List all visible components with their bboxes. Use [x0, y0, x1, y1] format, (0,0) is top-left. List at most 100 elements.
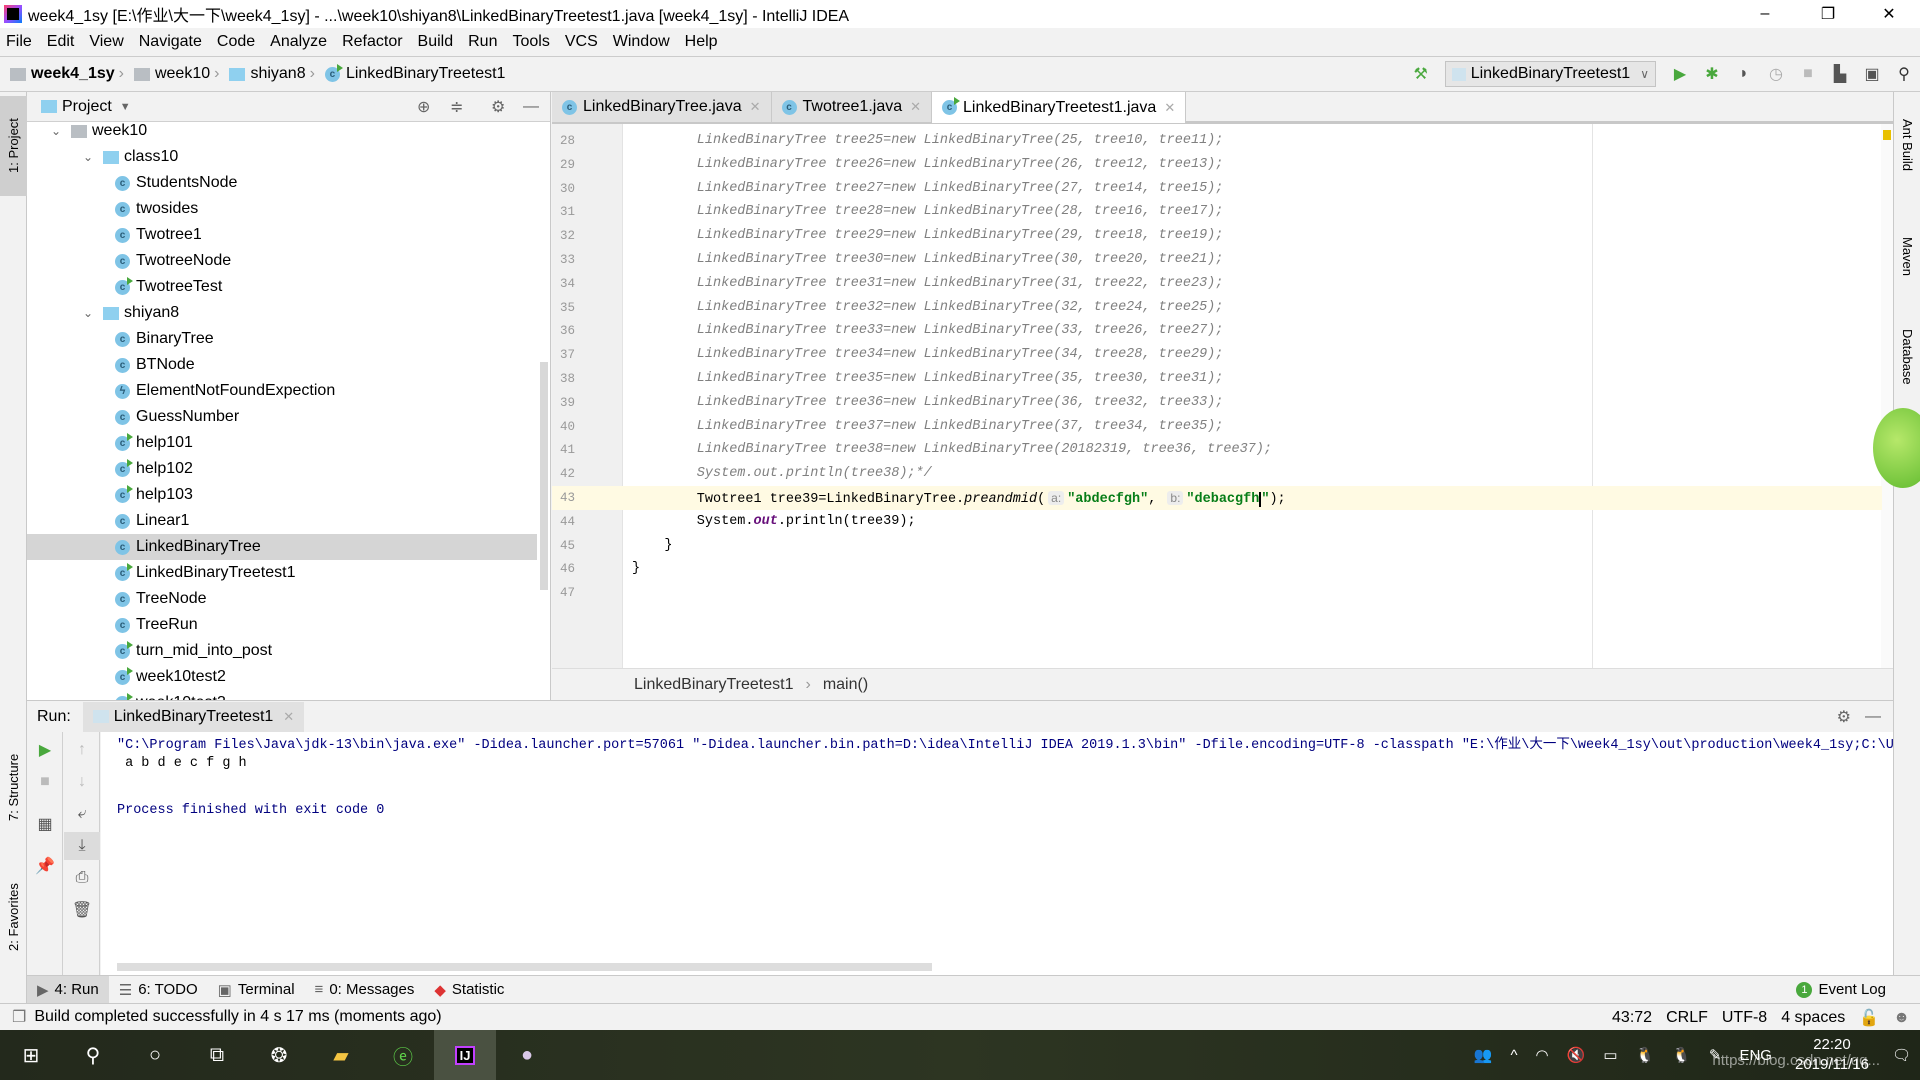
- tab-messages[interactable]: ≡ 0: Messages: [305, 976, 425, 1004]
- run-icon[interactable]: ▶: [1664, 61, 1696, 87]
- encoding-select[interactable]: UTF-8: [1722, 1009, 1767, 1027]
- avatar-app-icon[interactable]: ●: [496, 1030, 558, 1080]
- event-log-button[interactable]: 1 Event Log: [1786, 976, 1896, 1004]
- tree-item[interactable]: c TwotreeNode: [27, 248, 537, 274]
- stop-icon[interactable]: ■: [1792, 61, 1824, 87]
- menu-build[interactable]: Build: [418, 33, 454, 51]
- scroll-to-end-icon[interactable]: ⤓: [64, 832, 100, 860]
- ant-build-tab[interactable]: Ant Build: [1894, 100, 1920, 190]
- stop-icon[interactable]: ■: [27, 768, 63, 796]
- inspector-icon[interactable]: ☻: [1893, 1009, 1910, 1027]
- layout-icon[interactable]: ▦: [27, 810, 63, 838]
- tab-statistic[interactable]: ◆ Statistic: [424, 976, 514, 1004]
- close-icon[interactable]: ✕: [750, 99, 761, 115]
- gear-icon[interactable]: ⚙: [1837, 707, 1851, 727]
- wifi-icon[interactable]: ◠: [1536, 1046, 1549, 1064]
- breadcrumb-week10[interactable]: week10 ›: [133, 65, 225, 83]
- menu-vcs[interactable]: VCS: [565, 33, 598, 51]
- tree-item[interactable]: c TreeNode: [27, 586, 537, 612]
- tab-linkedbinarytree-java[interactable]: c LinkedBinaryTree.java ✕: [552, 92, 772, 122]
- crumb-method[interactable]: main(): [823, 676, 868, 694]
- caret-position[interactable]: 43:72: [1612, 1009, 1652, 1027]
- tree-item[interactable]: c LinkedBinaryTree: [27, 534, 537, 560]
- menu-window[interactable]: Window: [613, 33, 670, 51]
- line-separator-select[interactable]: CRLF: [1666, 1009, 1708, 1027]
- tree-item[interactable]: c help102: [27, 456, 537, 482]
- run-config-select[interactable]: LinkedBinaryTreetest1 ∨: [1444, 61, 1656, 87]
- close-icon[interactable]: ✕: [283, 709, 294, 725]
- profile-icon[interactable]: ◷: [1760, 61, 1792, 87]
- collapse-all-icon[interactable]: ≑: [450, 97, 463, 117]
- code-line[interactable]: 33 LinkedBinaryTree tree30=new LinkedBina…: [552, 248, 1882, 272]
- tree-item[interactable]: c Twotree1: [27, 222, 537, 248]
- people-icon[interactable]: 👥: [1474, 1046, 1493, 1064]
- gear-icon[interactable]: ⚙: [491, 97, 505, 117]
- tree-item[interactable]: c StudentsNode: [27, 170, 537, 196]
- search-icon[interactable]: ⚲: [62, 1030, 124, 1080]
- hammer-icon[interactable]: ⚒: [1405, 61, 1437, 87]
- code-line[interactable]: 31 LinkedBinaryTree tree28=new LinkedBina…: [552, 200, 1882, 224]
- chevron-down-icon[interactable]: ⌄: [81, 150, 95, 164]
- code-line[interactable]: 38 LinkedBinaryTree tree35=new LinkedBina…: [552, 367, 1882, 391]
- tree-item[interactable]: c turn_mid_into_post: [27, 638, 537, 664]
- print-icon[interactable]: ⎙: [64, 864, 100, 892]
- trash-icon[interactable]: 🗑: [64, 896, 100, 924]
- project-tool-tab[interactable]: 1: Project: [0, 96, 27, 196]
- tree-item[interactable]: c week10test2: [27, 664, 537, 690]
- tree-item[interactable]: c twosides: [27, 196, 537, 222]
- tree-item[interactable]: c LinkedBinaryTreetest1: [27, 560, 537, 586]
- indent-select[interactable]: 4 spaces: [1781, 1009, 1845, 1027]
- console-output[interactable]: "C:\Program Files\Java\jdk-13\bin\java.e…: [101, 732, 1893, 975]
- task-view-icon[interactable]: ⧉: [186, 1030, 248, 1080]
- code-line[interactable]: 29 LinkedBinaryTree tree26=new LinkedBina…: [552, 153, 1882, 177]
- tree-item[interactable]: c Linear1: [27, 508, 537, 534]
- arrow-up-icon[interactable]: ↑: [64, 736, 100, 764]
- tree-item[interactable]: ⌄ class10: [27, 144, 537, 170]
- coverage-icon[interactable]: ◗: [1728, 61, 1760, 87]
- tree-item[interactable]: cweek10test3: [27, 690, 537, 700]
- menu-view[interactable]: View: [89, 33, 123, 51]
- tab-twotree1-java[interactable]: c Twotree1.java ✕: [771, 92, 933, 122]
- tab-linkedbinarytreetest1-java[interactable]: c LinkedBinaryTreetest1.java ✕: [932, 92, 1187, 123]
- code-line[interactable]: 37 LinkedBinaryTree tree34=new LinkedBina…: [552, 343, 1882, 367]
- breadcrumb-project[interactable]: week4_1sy ›: [10, 65, 130, 83]
- qq-icon[interactable]: 🐧: [1636, 1046, 1655, 1064]
- terminal-icon[interactable]: ▣: [1856, 61, 1888, 87]
- code-line[interactable]: 35 LinkedBinaryTree tree32=new LinkedBina…: [552, 296, 1882, 320]
- code-line[interactable]: 30 LinkedBinaryTree tree27=new LinkedBina…: [552, 177, 1882, 201]
- tab-terminal[interactable]: ▣ Terminal: [208, 976, 305, 1004]
- intellij-taskbar-icon[interactable]: IJ: [434, 1030, 496, 1080]
- code-line[interactable]: 44 System.out.println(tree39);: [552, 510, 1882, 534]
- debug-icon[interactable]: ✱: [1696, 61, 1728, 87]
- minimize-button[interactable]: –: [1742, 0, 1788, 28]
- breadcrumb-file[interactable]: c LinkedBinaryTreetest1: [324, 63, 505, 83]
- chevron-down-icon[interactable]: ▼: [120, 101, 131, 113]
- app-icon[interactable]: ❂: [248, 1030, 310, 1080]
- code-line[interactable]: 43 Twotree1 tree39=LinkedBinaryTree.prean…: [552, 486, 1882, 510]
- horizontal-scrollbar[interactable]: [117, 963, 932, 971]
- favorites-tool-tab[interactable]: 2: Favorites: [0, 862, 27, 972]
- code-line[interactable]: 28 LinkedBinaryTree tree25=new LinkedBina…: [552, 129, 1882, 153]
- status-message[interactable]: Build completed successfully in 4 s 17 m…: [34, 1008, 441, 1026]
- run-tab[interactable]: LinkedBinaryTreetest1 ✕: [82, 701, 305, 732]
- code-line[interactable]: 34 LinkedBinaryTree tree31=new LinkedBina…: [552, 272, 1882, 296]
- tree-item[interactable]: ⌄ week10: [27, 118, 537, 144]
- code-line[interactable]: 45}: [552, 534, 1882, 558]
- soft-wrap-icon[interactable]: ⤶: [64, 800, 100, 828]
- rerun-icon[interactable]: ▶: [27, 736, 63, 764]
- tree-item[interactable]: c BinaryTree: [27, 326, 537, 352]
- tree-item[interactable]: c BTNode: [27, 352, 537, 378]
- menu-refactor[interactable]: Refactor: [342, 33, 402, 51]
- search-icon[interactable]: ⚲: [1888, 61, 1920, 87]
- crumb-class[interactable]: LinkedBinaryTreetest1: [634, 676, 794, 694]
- code-line[interactable]: 40 LinkedBinaryTree tree37=new LinkedBina…: [552, 415, 1882, 439]
- status-toggle-icon[interactable]: ❐: [12, 1007, 26, 1027]
- browser-icon[interactable]: ⓔ: [372, 1030, 434, 1080]
- qq-icon[interactable]: 🐧: [1672, 1046, 1691, 1064]
- tree-item[interactable]: c help101: [27, 430, 537, 456]
- menu-tools[interactable]: Tools: [512, 33, 549, 51]
- locate-icon[interactable]: ⊕: [417, 97, 430, 117]
- menu-help[interactable]: Help: [685, 33, 718, 51]
- hide-icon[interactable]: —: [1865, 708, 1881, 726]
- scrollbar[interactable]: [540, 362, 548, 590]
